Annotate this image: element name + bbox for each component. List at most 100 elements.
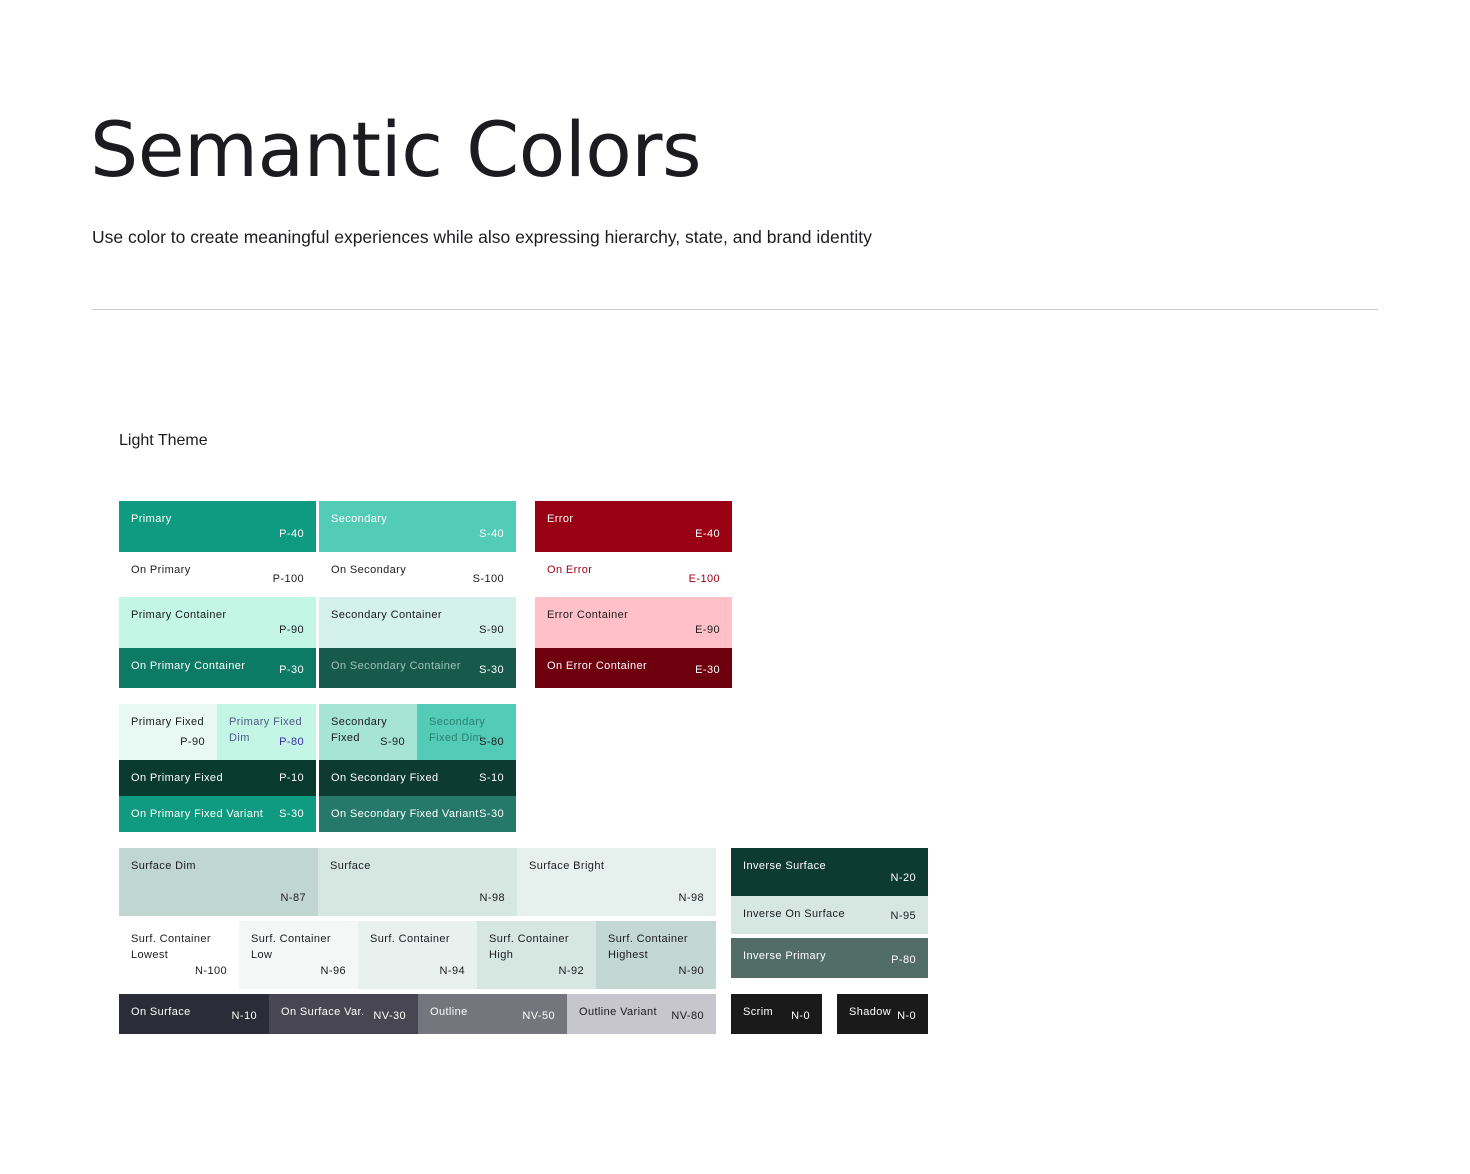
swatch-on-secondary-fixed-variant[interactable]: On Secondary Fixed Variant S-30 (319, 796, 516, 832)
swatch-name: Surface Bright (529, 860, 605, 872)
swatch-on-error-container[interactable]: On Error Container E-30 (535, 648, 732, 688)
swatch-tone: P-100 (272, 573, 304, 585)
swatch-on-surface-var[interactable]: On Surface Var. NV-30 (269, 994, 418, 1034)
swatch-name: On Secondary Container (331, 660, 461, 672)
swatch-primary-fixed-dim[interactable]: Primary Fixed Dim P-80 (217, 704, 316, 760)
swatch-primary[interactable]: Primary P-40 (119, 501, 316, 552)
swatch-tone: N-98 (678, 892, 704, 904)
swatch-name: On Error Container (547, 660, 648, 672)
swatch-surf-container[interactable]: Surf. Container N-94 (358, 921, 477, 989)
swatch-surf-container-low[interactable]: Surf. Container Low N-96 (239, 921, 358, 989)
swatch-secondary-fixed[interactable]: Secondary Fixed S-90 (319, 704, 417, 760)
swatch-on-primary[interactable]: On Primary P-100 (119, 552, 316, 597)
swatch-outline[interactable]: Outline NV-50 (418, 994, 567, 1034)
swatch-tone: N-92 (558, 965, 584, 977)
swatch-on-secondary-container[interactable]: On Secondary Container S-30 (319, 648, 516, 688)
swatch-inverse-on-surface[interactable]: Inverse On Surface N-95 (731, 896, 928, 934)
header-divider (92, 309, 1378, 310)
swatch-surf-container-highest[interactable]: Surf. Container Highest N-90 (596, 921, 716, 989)
swatch-secondary-container[interactable]: Secondary Container S-90 (319, 597, 516, 648)
swatch-primary-fixed[interactable]: Primary Fixed P-90 (119, 704, 217, 760)
swatch-tone: N-10 (231, 1010, 257, 1022)
swatch-tone: P-90 (279, 624, 304, 636)
swatch-surf-container-lowest[interactable]: Surf. Container Lowest N-100 (119, 921, 239, 989)
swatch-name: Scrim (743, 1006, 774, 1018)
swatch-name: Outline Variant (579, 1006, 657, 1018)
swatch-name: Error (547, 513, 574, 525)
swatch-name: Surf. Container Highest (608, 933, 688, 961)
swatch-on-primary-container[interactable]: On Primary Container P-30 (119, 648, 316, 688)
swatch-tone: S-30 (479, 664, 504, 676)
swatch-on-error[interactable]: On Error E-100 (535, 552, 732, 597)
swatch-inverse-surface[interactable]: Inverse Surface N-20 (731, 848, 928, 896)
swatch-tone: P-10 (279, 772, 304, 784)
swatch-name: Surf. Container Lowest (131, 933, 211, 961)
swatch-primary-container[interactable]: Primary Container P-90 (119, 597, 316, 648)
swatch-tone: N-94 (439, 965, 465, 977)
swatch-tone: S-80 (479, 736, 504, 748)
swatch-name: On Surface (131, 1006, 191, 1018)
swatch-name: Primary Fixed (131, 716, 205, 728)
swatch-name: Surf. Container Low (251, 933, 331, 961)
page-title: Semantic Colors (90, 105, 702, 194)
swatch-name: Shadow (849, 1006, 892, 1018)
swatch-on-primary-fixed-variant[interactable]: On Primary Fixed Variant S-30 (119, 796, 316, 832)
swatch-name: Surface Dim (131, 860, 196, 872)
swatch-tone: P-40 (279, 528, 304, 540)
swatch-outline-variant[interactable]: Outline Variant NV-80 (567, 994, 716, 1034)
swatch-name: Outline (430, 1006, 468, 1018)
swatch-inverse-primary[interactable]: Inverse Primary P-80 (731, 938, 928, 978)
swatch-tone: E-40 (695, 528, 720, 540)
swatch-name: Primary (131, 513, 172, 525)
swatch-tone: P-80 (891, 954, 916, 966)
swatch-tone: N-87 (280, 892, 306, 904)
swatch-tone: E-90 (695, 624, 720, 636)
swatch-tone: S-90 (479, 624, 504, 636)
swatch-tone: NV-30 (373, 1010, 406, 1022)
swatch-name: On Primary Fixed (131, 772, 223, 784)
swatch-name: Secondary (331, 513, 388, 525)
swatch-error[interactable]: Error E-40 (535, 501, 732, 552)
swatch-name: Surf. Container High (489, 933, 569, 961)
swatch-secondary[interactable]: Secondary S-40 (319, 501, 516, 552)
swatch-name: On Primary Container (131, 660, 246, 672)
swatch-surface[interactable]: Surface N-98 (318, 848, 517, 916)
swatch-surface-dim[interactable]: Surface Dim N-87 (119, 848, 318, 916)
swatch-tone: S-30 (279, 808, 304, 820)
swatch-scrim[interactable]: Scrim N-0 (731, 994, 822, 1034)
swatch-name: On Primary Fixed Variant (131, 808, 264, 820)
swatch-on-primary-fixed[interactable]: On Primary Fixed P-10 (119, 760, 316, 796)
swatch-on-surface[interactable]: On Surface N-10 (119, 994, 269, 1034)
swatch-tone: N-96 (320, 965, 346, 977)
swatch-tone: NV-80 (671, 1010, 704, 1022)
swatch-on-secondary[interactable]: On Secondary S-100 (319, 552, 516, 597)
swatch-name: On Secondary Fixed (331, 772, 439, 784)
swatch-name: On Secondary Fixed Variant (331, 808, 479, 820)
swatch-tone: S-100 (472, 573, 504, 585)
swatch-on-secondary-fixed[interactable]: On Secondary Fixed S-10 (319, 760, 516, 796)
swatch-name: On Error (547, 564, 593, 576)
swatch-tone: N-98 (479, 892, 505, 904)
swatch-name: Secondary Container (331, 609, 442, 621)
swatch-name: Inverse Surface (743, 860, 827, 872)
swatch-secondary-fixed-dim[interactable]: Secondary Fixed Dim S-80 (417, 704, 516, 760)
swatch-tone: E-30 (695, 664, 720, 676)
swatch-tone: P-80 (279, 736, 304, 748)
swatch-name: On Primary (131, 564, 191, 576)
swatch-tone: P-90 (180, 736, 205, 748)
swatch-name: Error Container (547, 609, 629, 621)
swatch-tone: N-100 (195, 965, 227, 977)
swatch-name: Surf. Container (370, 933, 450, 945)
swatch-surface-bright[interactable]: Surface Bright N-98 (517, 848, 716, 916)
swatch-name: Inverse Primary (743, 950, 827, 962)
swatch-error-container[interactable]: Error Container E-90 (535, 597, 732, 648)
swatch-tone: N-90 (678, 965, 704, 977)
swatch-surf-container-high[interactable]: Surf. Container High N-92 (477, 921, 596, 989)
swatch-tone: N-0 (791, 1010, 810, 1022)
swatch-tone: N-20 (890, 872, 916, 884)
swatch-tone: E-100 (688, 573, 720, 585)
swatch-tone: P-30 (279, 664, 304, 676)
swatch-name: On Surface Var. (281, 1006, 365, 1018)
swatch-name: On Secondary (331, 564, 407, 576)
swatch-shadow[interactable]: Shadow N-0 (837, 994, 928, 1034)
